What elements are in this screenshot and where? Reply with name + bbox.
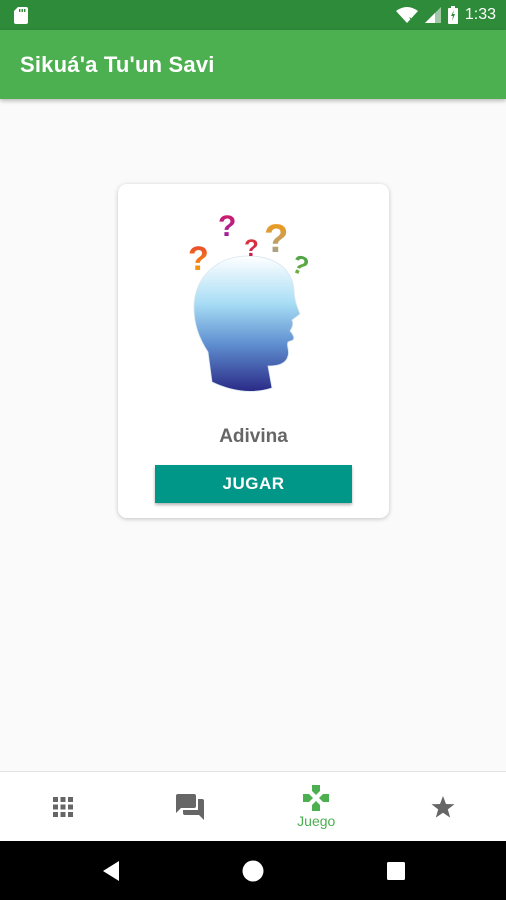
status-time: 1:33 (464, 6, 496, 23)
nav-item-chat[interactable] (127, 772, 254, 841)
game-title: Adivina (219, 426, 288, 447)
app-title: Sikuá'a Tu'un Savi (20, 52, 215, 77)
game-card[interactable]: ? ? ? ? ? Adivina JUGAR (118, 184, 389, 518)
recents-icon (387, 862, 405, 880)
bottom-navigation: Juego (0, 771, 506, 841)
svg-text:?: ? (188, 240, 209, 278)
nav-label-juego: Juego (297, 812, 336, 829)
battery-icon (447, 6, 458, 24)
recents-button[interactable] (383, 858, 409, 884)
status-bar: x 1:33 (0, 0, 506, 30)
nav-item-favorites[interactable] (380, 772, 506, 841)
back-icon (103, 861, 119, 881)
gamepad-icon (303, 784, 330, 811)
svg-text:?: ? (244, 235, 259, 262)
svg-text:x: x (409, 15, 414, 23)
nav-item-grid[interactable] (0, 772, 127, 841)
thinking-head-icon: ? ? ? ? ? (188, 210, 313, 392)
chat-icon (175, 793, 204, 820)
sd-card-icon (14, 7, 28, 24)
star-icon (431, 795, 455, 818)
nav-item-juego[interactable]: Juego (253, 772, 380, 841)
svg-text:?: ? (264, 217, 288, 261)
app-bar: Sikuá'a Tu'un Savi (0, 30, 506, 99)
grid-icon (53, 796, 74, 817)
play-button[interactable]: JUGAR (155, 465, 352, 503)
home-button[interactable] (240, 858, 266, 884)
home-icon (242, 860, 264, 882)
signal-icon (424, 7, 441, 23)
svg-text:?: ? (218, 210, 236, 243)
back-button[interactable] (98, 858, 124, 884)
svg-text:?: ? (288, 248, 313, 282)
system-navigation-bar (0, 841, 506, 900)
wifi-icon: x (395, 7, 418, 23)
